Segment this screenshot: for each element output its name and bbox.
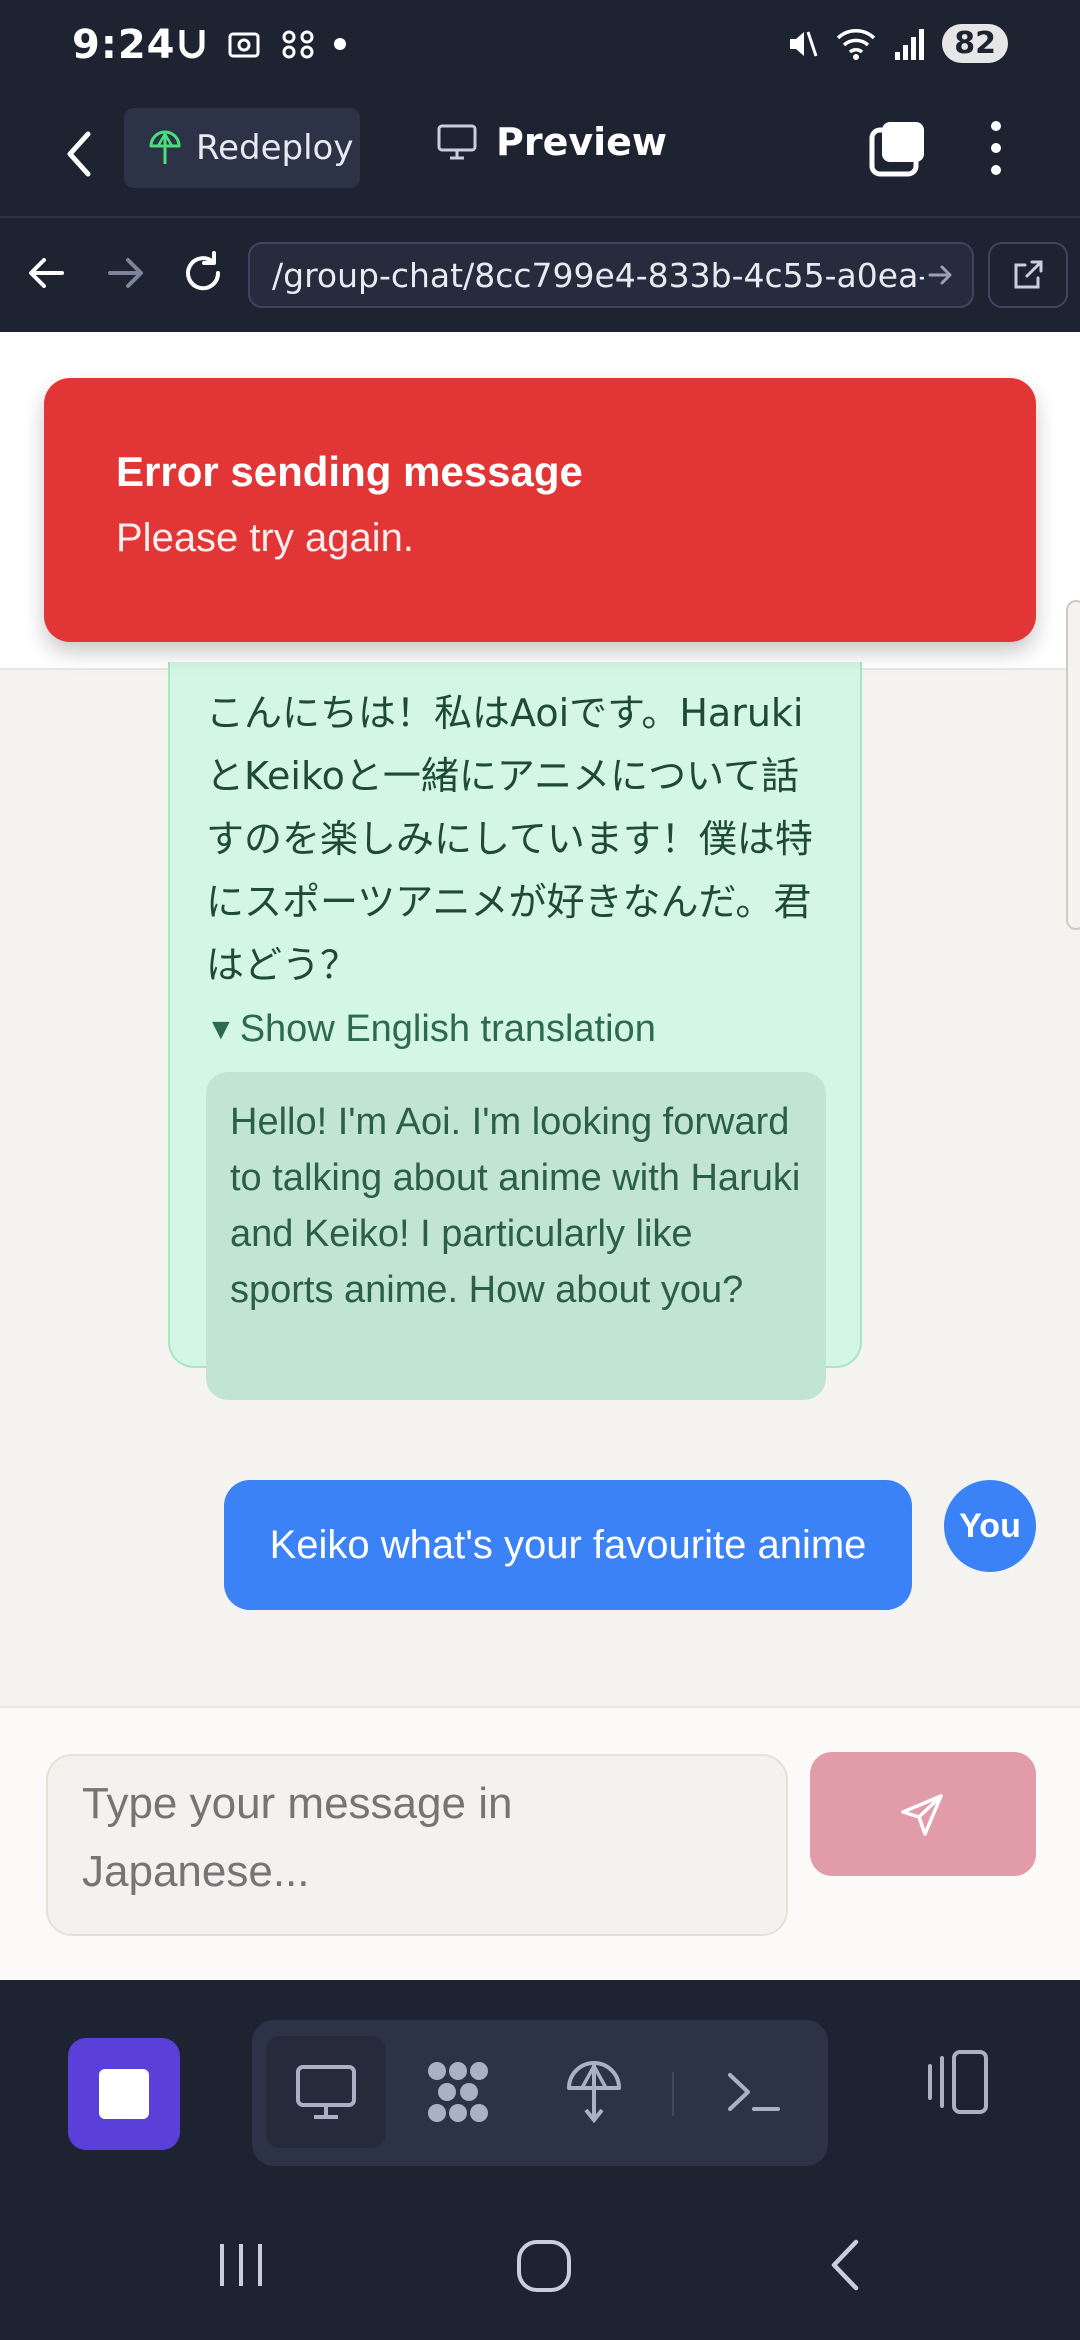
external-link-icon bbox=[1014, 260, 1043, 289]
browser-forward-icon[interactable] bbox=[100, 248, 150, 298]
deploy-umbrella-icon bbox=[149, 130, 181, 164]
show-translation-label: Show English translation bbox=[239, 1008, 656, 1050]
system-icons: 82 bbox=[784, 24, 1008, 63]
tabs-overview-icon[interactable] bbox=[868, 118, 928, 178]
user-message-bubble: Keiko what's your favourite anime bbox=[224, 1480, 912, 1610]
status-bar: 9:24 82 bbox=[0, 0, 1080, 96]
message-composer bbox=[0, 1706, 1080, 1980]
nodes-icon bbox=[428, 2062, 488, 2122]
monitor-icon bbox=[437, 124, 477, 160]
shell-button[interactable] bbox=[694, 2036, 814, 2148]
toast-description: Please try again. bbox=[116, 516, 414, 560]
redeploy-label: Redeploy bbox=[196, 128, 354, 168]
back-chevron-icon[interactable] bbox=[56, 124, 104, 184]
redeploy-button[interactable]: Redeploy bbox=[124, 108, 360, 188]
reload-icon[interactable] bbox=[178, 248, 228, 298]
stop-icon bbox=[99, 2069, 149, 2119]
send-icon bbox=[901, 1794, 943, 1836]
recent-apps-icon[interactable] bbox=[206, 2230, 276, 2300]
send-button[interactable] bbox=[810, 1752, 1036, 1876]
address-bar: /group-chat/8cc799e4-833b-4c55-a0ea-9 bbox=[0, 218, 1080, 332]
ai-message-bubble: こんにちは！私はAoiです。HarukiとKeikoと一緒にアニメについて話すの… bbox=[168, 662, 862, 1400]
show-translation-toggle[interactable]: ▼ Show English translation bbox=[206, 1008, 656, 1051]
clock: 9:24 bbox=[72, 22, 176, 68]
split-layout-icon[interactable] bbox=[920, 2044, 996, 2120]
open-external-button[interactable] bbox=[988, 242, 1068, 308]
translation-box: Hello! I'm Aoi. I'm looking forward to t… bbox=[206, 1072, 826, 1400]
user-message-row: Keiko what's your favourite anime You bbox=[0, 1480, 1080, 1620]
view-switcher bbox=[252, 2020, 828, 2166]
home-icon[interactable] bbox=[509, 2230, 579, 2300]
system-navigation-bar bbox=[0, 2190, 1080, 2340]
toast-title: Error sending message bbox=[116, 448, 583, 495]
message-input[interactable] bbox=[46, 1754, 788, 1936]
caret-down-icon: ▼ bbox=[206, 1012, 236, 1046]
top-toolbar: Redeploy Preview bbox=[0, 96, 1080, 218]
user-message-text: Keiko what's your favourite anime bbox=[269, 1522, 867, 1567]
url-text: /group-chat/8cc799e4-833b-4c55-a0ea-9 bbox=[272, 255, 952, 295]
preview-view-button[interactable] bbox=[266, 2036, 386, 2148]
apps-icon bbox=[282, 30, 314, 59]
wifi-icon bbox=[837, 28, 876, 60]
dock-divider bbox=[672, 2072, 674, 2116]
more-notifications-dot bbox=[334, 38, 346, 50]
preview-label: Preview bbox=[496, 120, 668, 164]
system-back-icon[interactable] bbox=[812, 2230, 882, 2300]
more-options-icon[interactable] bbox=[978, 116, 1014, 180]
u-icon bbox=[179, 30, 205, 59]
go-arrow-icon[interactable] bbox=[924, 258, 958, 292]
browser-back-icon[interactable] bbox=[22, 248, 72, 298]
notification-icons bbox=[176, 26, 346, 62]
signal-icon bbox=[895, 28, 925, 60]
deploy-umbrella-icon bbox=[567, 2061, 621, 2124]
error-toast[interactable]: Error sending message Please try again. bbox=[44, 378, 1036, 642]
bottom-dock bbox=[0, 1980, 1080, 2198]
screenshot-icon bbox=[228, 32, 260, 58]
side-panel-handle[interactable] bbox=[1066, 600, 1080, 930]
url-field[interactable]: /group-chat/8cc799e4-833b-4c55-a0ea-9 bbox=[248, 242, 974, 308]
monitor-icon bbox=[296, 2065, 356, 2119]
mute-icon bbox=[790, 31, 818, 56]
stop-button[interactable] bbox=[68, 2038, 180, 2150]
ai-message-text: こんにちは！私はAoiです。HarukiとKeikoと一緒にアニメについて話すの… bbox=[206, 691, 813, 987]
preview-tab[interactable]: Preview bbox=[436, 120, 667, 164]
user-avatar: You bbox=[944, 1480, 1036, 1572]
workflows-button[interactable] bbox=[398, 2036, 518, 2148]
web-content: こんにちは！私はAoiです。HarukiとKeikoと一緒にアニメについて話すの… bbox=[0, 332, 1080, 1980]
deploy-button[interactable] bbox=[534, 2036, 654, 2148]
terminal-icon bbox=[728, 2073, 780, 2111]
battery-indicator: 82 bbox=[942, 24, 1008, 63]
